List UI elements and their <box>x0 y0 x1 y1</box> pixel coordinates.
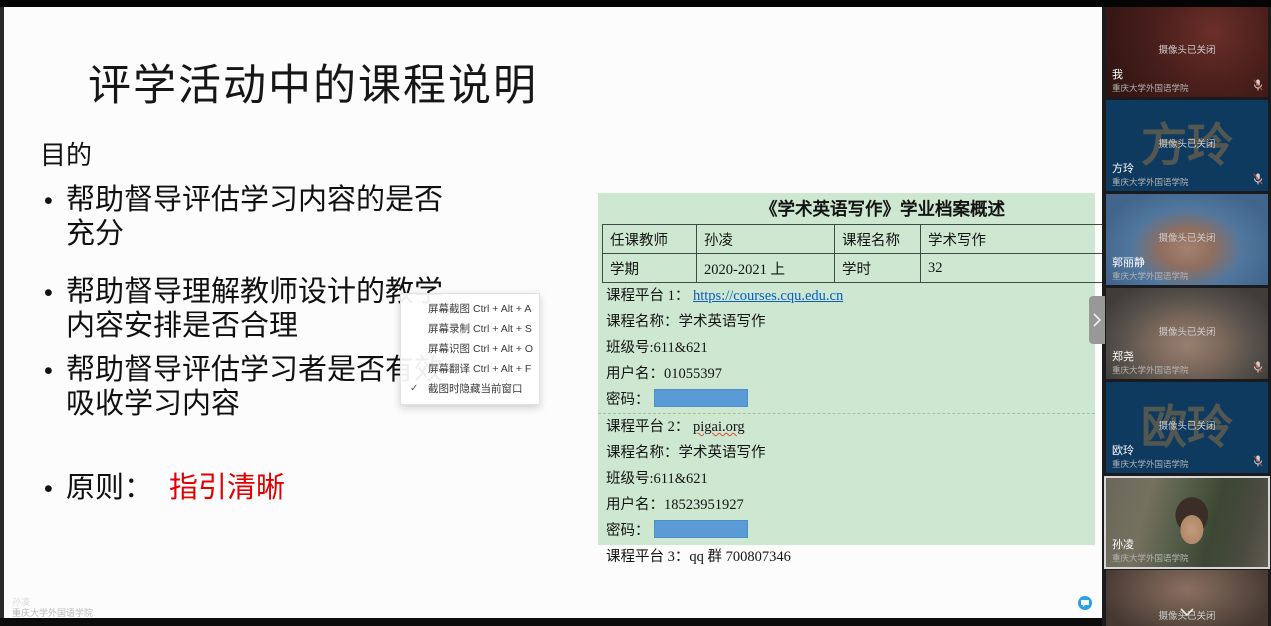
camera-off-label: 摄像头已关闭 <box>1106 42 1268 56</box>
meeting-screen: 评学活动中的课程说明 目的 帮助督导评估学习内容的是否 充分 帮助督导理解教师设… <box>0 0 1271 626</box>
password-line: 密码： <box>598 387 1095 413</box>
camera-off-label: 摄像头已关闭 <box>1106 418 1268 432</box>
bullet-text: 原则： 指引清晰 <box>66 471 285 507</box>
chat-bubble-icon[interactable] <box>1078 596 1092 610</box>
platform2-value: pigai.org <box>693 419 745 435</box>
principle-label: 原则： <box>66 472 153 504</box>
participant-org: 重庆大学外国语学院 <box>1112 270 1189 282</box>
participant-tile-zhengyao[interactable]: 摄像头已关闭 郑尧 重庆大学外国语学院 <box>1106 288 1268 379</box>
bullet-marker <box>44 353 66 421</box>
participant-tile-me[interactable]: 摄像头已关闭 我 重庆大学外国语学院 <box>1106 6 1268 97</box>
class-number-line: 班级号:611&621 <box>598 466 1095 492</box>
principle-value: 指引清晰 <box>169 472 285 504</box>
table-cell: 课程名称 <box>835 225 921 254</box>
left-border <box>0 0 4 626</box>
slide-title: 评学活动中的课程说明 <box>88 51 538 113</box>
platform1-line: 课程平台 1： https://courses.cqu.edu.cn <box>598 283 1095 309</box>
bullet-text: 帮助督导理解教师设计的教学 内容安排是否合理 <box>66 275 443 343</box>
password-redacted-box <box>654 520 748 538</box>
mic-muted-icon <box>1253 79 1263 91</box>
bottom-border <box>0 618 1102 626</box>
course-archive-panel: 《学术英语写作》学业档案概述 任课教师 孙凌 课程名称 学术写作 学期 2020… <box>598 193 1095 545</box>
participant-org: 重庆大学外国语学院 <box>1112 82 1189 94</box>
table-cell: 2020-2021 上 <box>697 254 835 283</box>
mic-muted-icon <box>1253 361 1263 373</box>
table-cell: 32 <box>921 254 1117 283</box>
chevron-right-icon <box>1093 313 1101 327</box>
participant-name: 欧玲 <box>1112 442 1134 458</box>
course-name-line: 课程名称：学术英语写作 <box>598 440 1095 466</box>
archive-title: 《学术英语写作》学业档案概述 <box>598 193 1095 224</box>
participant-name: 方玲 <box>1112 160 1134 176</box>
participant-tile-fangling[interactable]: 方玲 摄像头已关闭 方玲 重庆大学外国语学院 <box>1106 100 1268 191</box>
platform2-line: 课程平台 2： pigai.org <box>598 413 1095 440</box>
archive-grid: 任课教师 孙凌 课程名称 学术写作 学期 2020-2021 上 学时 32 <box>602 224 1117 283</box>
table-cell: 任课教师 <box>603 225 697 254</box>
platform3-value: qq 群 700807346 <box>689 549 791 565</box>
bullet-item-1: 帮助督导评估学习内容的是否 充分 <box>44 183 443 251</box>
participant-tile-guolijing[interactable]: 摄像头已关闭 郭丽静 重庆大学外国语学院 <box>1106 194 1268 285</box>
table-cell: 学期 <box>603 254 697 283</box>
participant-org: 重庆大学外国语学院 <box>1112 552 1189 564</box>
screenshot-context-menu: 屏幕截图Ctrl + Alt + A 屏幕录制Ctrl + Alt + S 屏幕… <box>400 293 540 405</box>
check-icon: ✓ <box>410 379 418 399</box>
presenter-watermark: 孙凌 重庆大学外国语学院 <box>12 597 93 619</box>
sidebar-collapse-handle[interactable] <box>1089 296 1105 344</box>
participants-sidebar: 摄像头已关闭 我 重庆大学外国语学院 方玲 摄像头已关闭 方玲 重庆大学外国语学… <box>1102 0 1271 626</box>
presentation-slide: 评学活动中的课程说明 目的 帮助督导评估学习内容的是否 充分 帮助督导理解教师设… <box>4 7 1102 618</box>
menu-item-screen-capture[interactable]: 屏幕截图Ctrl + Alt + A <box>401 299 539 319</box>
top-border <box>0 0 1271 7</box>
table-row: 学期 2020-2021 上 学时 32 <box>603 254 1117 283</box>
table-row: 任课教师 孙凌 课程名称 学术写作 <box>603 225 1117 254</box>
menu-item-screen-translate[interactable]: 屏幕翻译Ctrl + Alt + F <box>401 359 539 379</box>
password-line: 密码： <box>598 518 1095 544</box>
platform3-line: 课程平台 3：qq 群 700807346 <box>598 544 1095 570</box>
camera-off-label: 摄像头已关闭 <box>1106 324 1268 338</box>
camera-off-label: 摄像头已关闭 <box>1106 136 1268 150</box>
participant-org: 重庆大学外国语学院 <box>1112 364 1189 376</box>
participant-name: 郭丽静 <box>1112 254 1145 270</box>
menu-item-screen-ocr[interactable]: 屏幕识图Ctrl + Alt + O <box>401 339 539 359</box>
mic-muted-icon <box>1253 173 1263 185</box>
bullet-text: 帮助督导评估学习内容的是否 充分 <box>66 183 443 251</box>
bullet-marker <box>44 183 66 251</box>
table-cell: 学时 <box>835 254 921 283</box>
participant-org: 重庆大学外国语学院 <box>1112 458 1189 470</box>
participant-name: 我 <box>1112 66 1123 82</box>
password-redacted-box <box>654 389 748 407</box>
slide-subtitle: 目的 <box>40 135 92 172</box>
menu-item-screen-record[interactable]: 屏幕录制Ctrl + Alt + S <box>401 319 539 339</box>
camera-off-label: 摄像头已关闭 <box>1106 230 1268 244</box>
table-cell: 孙凌 <box>697 225 835 254</box>
course-platform-link[interactable]: https://courses.cqu.edu.cn <box>693 288 843 304</box>
bullet-marker <box>44 471 66 507</box>
class-number-line: 班级号:611&621 <box>598 335 1095 361</box>
participant-org: 重庆大学外国语学院 <box>1112 176 1189 188</box>
participant-tile-sunling-video[interactable]: 孙凌 重庆大学外国语学院 <box>1104 476 1270 569</box>
participant-name: 郑尧 <box>1112 348 1134 364</box>
username-line: 用户名：01055397 <box>598 361 1095 387</box>
participant-name: 孙凌 <box>1112 536 1134 552</box>
menu-item-hide-window-on-capture[interactable]: ✓ 截图时隐藏当前窗口 <box>401 379 539 399</box>
bullet-item-3: 帮助督导评估学习者是否有效 吸收学习内容 <box>44 353 443 421</box>
bullet-text: 帮助督导评估学习者是否有效 吸收学习内容 <box>66 353 443 421</box>
table-cell: 学术写作 <box>921 225 1117 254</box>
bullet-item-principle: 原则： 指引清晰 <box>44 471 285 507</box>
bullet-item-2: 帮助督导理解教师设计的教学 内容安排是否合理 <box>44 275 443 343</box>
course-name-line: 课程名称：学术英语写作 <box>598 309 1095 335</box>
username-line: 用户名：18523951927 <box>598 492 1095 518</box>
mic-muted-icon <box>1253 455 1263 467</box>
chevron-down-icon[interactable] <box>1179 604 1195 622</box>
participant-tile-ouling[interactable]: 欧玲 摄像头已关闭 欧玲 重庆大学外国语学院 <box>1106 382 1268 473</box>
bullet-marker <box>44 275 66 343</box>
